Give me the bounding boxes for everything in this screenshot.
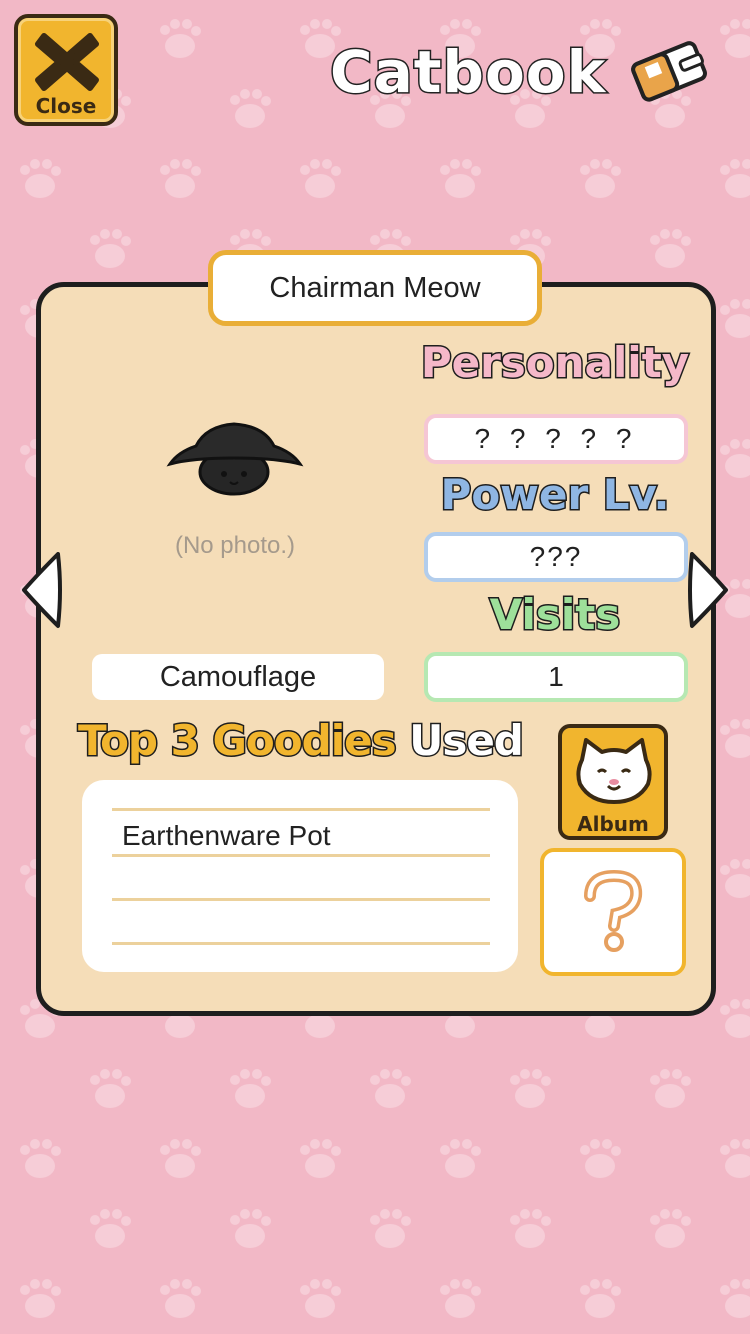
power-level-heading: Power Lv.	[439, 469, 671, 521]
cat-silhouette-icon	[166, 422, 304, 496]
mystery-button[interactable]	[540, 848, 686, 976]
goodies-heading-part1: Top 3 Goodies	[77, 715, 399, 767]
visits-value: 1	[424, 652, 688, 702]
album-button[interactable]: Album	[558, 724, 668, 840]
no-photo-text: (No photo.)	[174, 532, 296, 559]
album-label: Album	[577, 812, 649, 836]
question-mark-icon	[584, 870, 643, 952]
close-button[interactable]: Close	[14, 14, 118, 126]
personality-heading: Personality	[419, 337, 690, 389]
goodies-heading-part2: Used	[408, 715, 526, 767]
cat-face-icon	[576, 738, 652, 804]
close-icon	[35, 33, 99, 91]
catbook-icon	[631, 41, 707, 102]
goodie-divider	[112, 898, 490, 901]
page-title: Catbook	[328, 37, 607, 108]
previous-cat-arrow[interactable]	[18, 548, 66, 632]
visits-heading: Visits	[488, 589, 622, 641]
next-cat-arrow[interactable]	[684, 548, 732, 632]
goodie-divider	[112, 808, 490, 811]
power-level-value: ???	[424, 532, 688, 582]
cat-name: Chairman Meow	[208, 250, 542, 326]
coat-type: Camouflage	[92, 654, 384, 700]
goodies-list: Earthenware Pot	[82, 780, 518, 972]
goodie-divider	[112, 854, 490, 857]
goodie-divider	[112, 942, 490, 945]
goodie-item-1: Earthenware Pot	[122, 820, 331, 851]
close-label: Close	[35, 94, 97, 118]
personality-value: ? ? ? ? ?	[424, 414, 688, 464]
goodies-heading: Top 3 Goodies Used	[77, 715, 526, 767]
